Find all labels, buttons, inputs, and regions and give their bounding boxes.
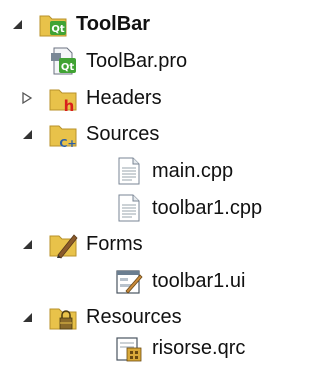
ui-form-file-icon [114,266,144,296]
headers-folder-icon: h [48,83,78,113]
tree-item-form-file[interactable]: toolbar1.ui [114,263,245,299]
expanded-arrow-icon[interactable] [20,237,34,251]
project-tree: Qt ToolBar Qt ToolBar.pro h Headers C+ S… [0,0,295,367]
expanded-arrow-icon[interactable] [20,127,34,141]
tree-item-label: ToolBar.pro [86,50,188,72]
cpp-file-icon [114,193,144,223]
tree-item-label: toolbar1.ui [152,270,246,292]
tree-item-label: Forms [86,233,143,255]
forms-folder-icon [48,229,78,259]
tree-item-project-file[interactable]: Qt ToolBar.pro [48,43,187,79]
svg-text:Qt: Qt [61,62,75,73]
svg-text:C+: C+ [59,137,76,149]
tree-item-label: risorse.qrc [152,337,246,359]
tree-item-label: Sources [86,123,160,145]
tree-item-label: Resources [86,306,182,328]
tree-item-label: Headers [86,87,162,109]
tree-item-source-file[interactable]: toolbar1.cpp [114,190,262,226]
qt-pro-file-icon: Qt [48,46,78,76]
sources-folder-icon: C+ [48,119,78,149]
expanded-arrow-icon[interactable] [10,17,24,31]
tree-item-headers[interactable]: h Headers [20,80,162,116]
expanded-arrow-icon[interactable] [20,310,34,324]
tree-item-label: ToolBar [76,13,151,35]
cpp-file-icon [114,156,144,186]
svg-text:h: h [64,97,75,113]
qrc-file-icon [114,333,144,363]
svg-text:Qt: Qt [51,24,65,35]
tree-item-resource-file[interactable]: risorse.qrc [114,330,245,366]
collapsed-arrow-icon[interactable] [20,91,34,105]
tree-item-forms[interactable]: Forms [20,226,143,262]
tree-item-label: toolbar1.cpp [152,197,263,219]
tree-item-source-file[interactable]: main.cpp [114,153,233,189]
tree-item-label: main.cpp [152,160,234,182]
qt-project-folder-icon: Qt [38,9,68,39]
tree-item-sources[interactable]: C+ Sources [20,116,159,152]
tree-item-toolbar-project[interactable]: Qt ToolBar [10,6,150,42]
resources-folder-icon [48,302,78,332]
